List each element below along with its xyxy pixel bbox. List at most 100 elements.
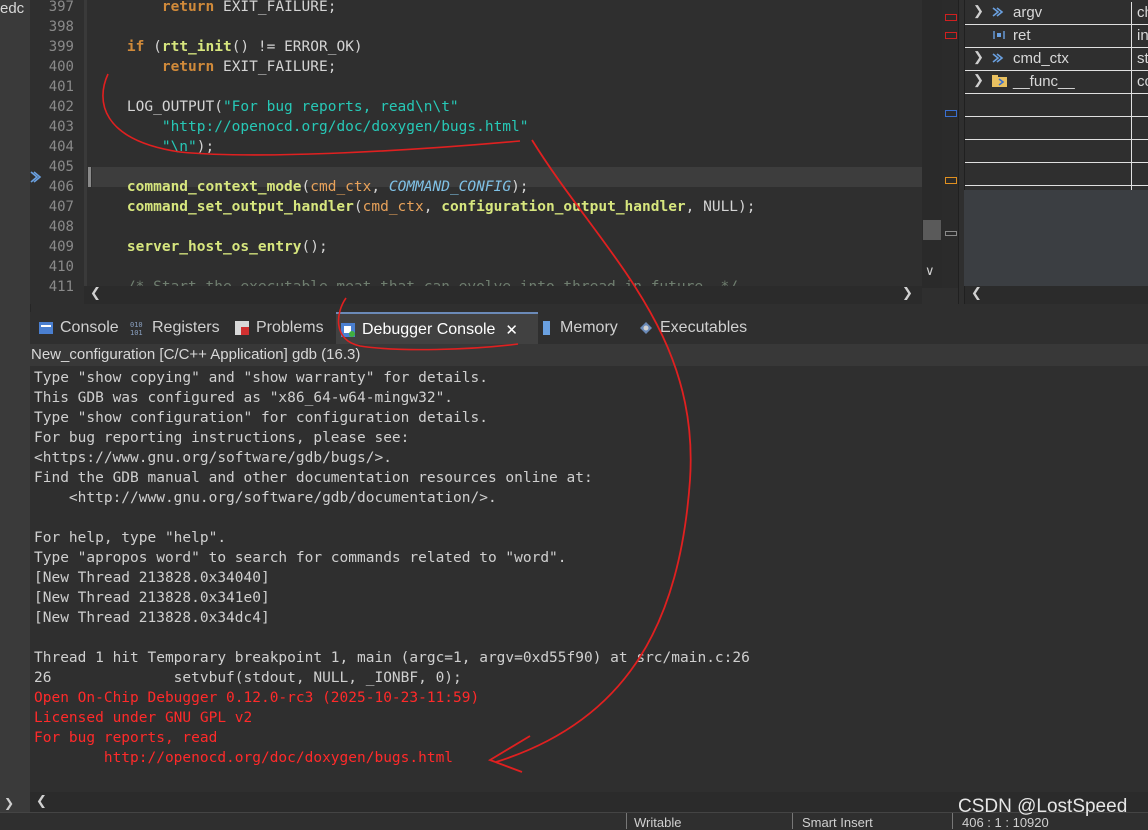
tab-label: Console bbox=[60, 319, 119, 336]
code-line[interactable] bbox=[92, 257, 127, 277]
code-line[interactable]: LOG_OUTPUT("For bug reports, read\n\t" bbox=[92, 97, 459, 117]
variable-value: co bbox=[1137, 73, 1148, 90]
occurrence-marker[interactable] bbox=[945, 110, 957, 117]
console-line: <http://www.gnu.org/software/gdb/documen… bbox=[34, 490, 497, 506]
executables-icon bbox=[638, 320, 654, 336]
line-number[interactable]: 404 bbox=[30, 137, 74, 157]
variable-name: argv bbox=[1013, 4, 1043, 21]
code-line[interactable]: "http://openocd.org/doc/doxygen/bugs.htm… bbox=[92, 117, 529, 137]
code-line[interactable]: server_host_os_entry(); bbox=[92, 237, 328, 257]
variable-row[interactable]: ❯ cmd_ctx st bbox=[965, 48, 1148, 71]
editor-scroll-thumb[interactable] bbox=[923, 220, 941, 240]
variable-row[interactable]: ❯ argv ch bbox=[965, 2, 1148, 25]
variable-row[interactable] bbox=[965, 140, 1148, 163]
expand-chevron-icon[interactable]: ❯ bbox=[973, 49, 984, 65]
variable-row[interactable]: ❯ __func__ co bbox=[965, 71, 1148, 94]
code-line[interactable] bbox=[92, 77, 127, 97]
current-line-ruler-marker[interactable] bbox=[945, 177, 957, 184]
scroll-down-icon[interactable]: ∨ bbox=[925, 264, 935, 279]
line-number[interactable]: 409 bbox=[30, 237, 74, 257]
tab-executables[interactable]: Executables bbox=[634, 312, 758, 344]
error-marker[interactable] bbox=[945, 32, 957, 39]
console-header: New_configuration [C/C++ Application] gd… bbox=[30, 344, 1148, 367]
scroll-right-icon[interactable]: ❯ bbox=[902, 286, 913, 301]
variable-icon bbox=[991, 51, 1007, 65]
line-number[interactable]: 411 bbox=[30, 277, 74, 297]
code-line[interactable]: return EXIT_FAILURE; bbox=[92, 57, 337, 77]
registers-icon: 010 101 bbox=[130, 320, 146, 337]
expand-chevron-icon[interactable]: ❯ bbox=[973, 72, 984, 88]
console-line: Find the GDB manual and other documentat… bbox=[34, 470, 593, 486]
line-number[interactable]: 400 bbox=[30, 57, 74, 77]
local-variable-icon bbox=[991, 28, 1007, 42]
console-line: <https://www.gnu.org/software/gdb/bugs/>… bbox=[34, 450, 392, 466]
memory-icon bbox=[538, 320, 554, 336]
expand-chevron-icon[interactable]: ❯ bbox=[973, 3, 984, 19]
tab-debugger-console[interactable]: Debugger Console ✕ bbox=[336, 312, 538, 346]
console-line: http://openocd.org/doc/doxygen/bugs.html bbox=[34, 750, 454, 766]
variable-row[interactable] bbox=[965, 94, 1148, 117]
overview-ruler bbox=[942, 0, 958, 288]
debugger-console-output[interactable]: Type "show copying" and "show warranty" … bbox=[30, 366, 1148, 792]
variable-row[interactable] bbox=[965, 163, 1148, 186]
variable-name: __func__ bbox=[1013, 73, 1075, 90]
console-line: Type "show configuration" for configurat… bbox=[34, 410, 488, 426]
variable-value: st bbox=[1137, 50, 1148, 67]
bottom-panel-tabs: Console 010 101 Registers Problems Debugger C… bbox=[30, 312, 1148, 346]
console-session-title: New_configuration [C/C++ Application] gd… bbox=[31, 346, 361, 363]
line-number-gutter: 397 398 399 400 401 402 403 404 405 406 407 408 409 4… bbox=[30, 0, 84, 295]
code-line[interactable] bbox=[92, 217, 127, 237]
code-line[interactable]: if (rtt_init() != ERROR_OK) bbox=[92, 37, 363, 57]
line-number[interactable]: 402 bbox=[30, 97, 74, 117]
code-line[interactable]: command_context_mode(cmd_ctx, COMMAND_CO… bbox=[92, 177, 529, 197]
code-area[interactable]: return EXIT_FAILURE; if (rtt_init() != E… bbox=[92, 0, 922, 288]
error-marker[interactable] bbox=[945, 14, 957, 21]
variable-value: in bbox=[1137, 27, 1148, 44]
tab-console[interactable]: Console bbox=[34, 312, 130, 344]
close-icon[interactable]: ✕ bbox=[505, 321, 518, 339]
svg-text:010: 010 bbox=[130, 321, 143, 329]
line-number[interactable]: 407 bbox=[30, 197, 74, 217]
editor-vertical-scrollbar[interactable] bbox=[922, 0, 942, 288]
scroll-left-icon[interactable]: ❮ bbox=[90, 286, 101, 301]
variable-detail-pane[interactable] bbox=[964, 190, 1148, 286]
tab-registers[interactable]: 010 101 Registers bbox=[126, 312, 234, 344]
line-number[interactable]: 398 bbox=[30, 17, 74, 37]
console-line: For bug reporting instructions, please s… bbox=[34, 430, 410, 446]
scroll-left-icon[interactable]: ❮ bbox=[36, 794, 47, 809]
tab-problems[interactable]: Problems bbox=[230, 312, 340, 344]
code-editor[interactable]: 397 398 399 400 401 402 403 404 405 406 407 408 409 4… bbox=[30, 0, 959, 304]
line-number[interactable]: 408 bbox=[30, 217, 74, 237]
code-line[interactable] bbox=[92, 157, 127, 177]
variable-name: ret bbox=[1013, 27, 1031, 44]
ruler-marker[interactable] bbox=[945, 231, 957, 236]
line-number[interactable]: 397 bbox=[30, 0, 74, 17]
line-number[interactable]: 401 bbox=[30, 77, 74, 97]
line-number[interactable]: 399 bbox=[30, 37, 74, 57]
variable-row[interactable]: ret in bbox=[965, 25, 1148, 48]
left-panel-label: edc bbox=[0, 0, 25, 17]
problems-icon bbox=[234, 320, 250, 336]
tab-label: Executables bbox=[660, 319, 748, 336]
code-line[interactable]: command_set_output_handler(cmd_ctx, conf… bbox=[92, 197, 756, 217]
console-line: For help, type "help". bbox=[34, 530, 227, 546]
console-line: [New Thread 213828.0x34dc4] bbox=[34, 610, 270, 626]
scroll-left-icon[interactable]: ❮ bbox=[971, 286, 982, 301]
left-panel-strip bbox=[0, 0, 31, 828]
editor-horizontal-scrollbar[interactable]: ❮ ❯ bbox=[84, 286, 922, 304]
variable-row[interactable] bbox=[965, 117, 1148, 140]
code-line[interactable] bbox=[92, 17, 127, 37]
code-line[interactable]: "\n"); bbox=[92, 137, 214, 157]
console-line: Type "apropos word" to search for comman… bbox=[34, 550, 567, 566]
tab-label: Registers bbox=[152, 319, 220, 336]
watermark: CSDN @LostSpeed bbox=[958, 796, 1128, 817]
code-line[interactable]: return EXIT_FAILURE; bbox=[92, 0, 337, 17]
variables-horizontal-scrollbar[interactable]: ❮ bbox=[965, 286, 1148, 304]
tab-label: Problems bbox=[256, 319, 324, 336]
tab-label: Debugger Console bbox=[362, 321, 496, 338]
tab-memory[interactable]: Memory bbox=[534, 312, 638, 344]
left-panel-expand-button[interactable]: ❯ bbox=[4, 796, 14, 810]
console-line: For bug reports, read bbox=[34, 730, 218, 746]
line-number[interactable]: 403 bbox=[30, 117, 74, 137]
line-number[interactable]: 410 bbox=[30, 257, 74, 277]
